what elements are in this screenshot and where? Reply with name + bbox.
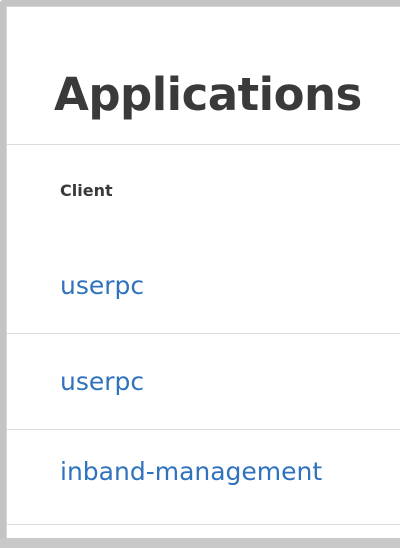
title-area: Applications [7, 7, 400, 145]
table-header: Client [7, 145, 400, 245]
applications-table: Client userpc userpc inband-management [7, 145, 400, 525]
bottom-border [0, 538, 400, 548]
applications-panel: Applications Client userpc userpc inband… [6, 6, 400, 538]
table-row: inband-management [7, 430, 400, 525]
client-link[interactable]: userpc [60, 367, 144, 396]
table-row: userpc [7, 245, 400, 334]
page-title: Applications [54, 68, 362, 121]
table-row: userpc [7, 334, 400, 430]
client-link[interactable]: userpc [60, 271, 144, 300]
client-link[interactable]: inband-management [60, 457, 322, 486]
column-header-client: Client [60, 181, 113, 200]
